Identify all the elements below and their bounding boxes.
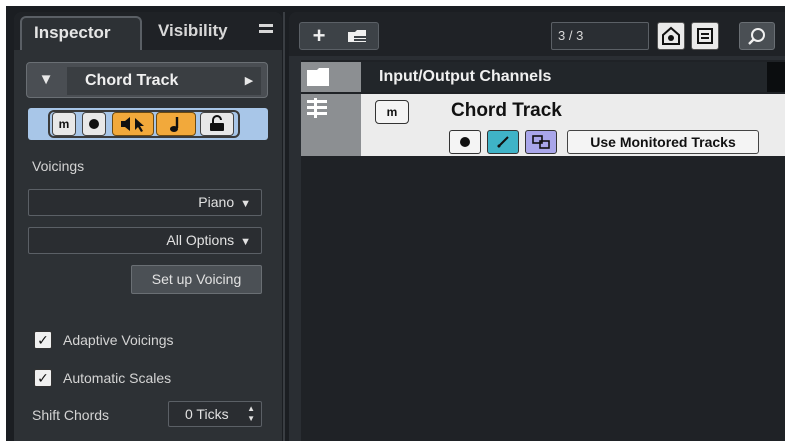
- project-area: + 3 / 3 Input/Output Channels m Chord Tr…: [289, 12, 785, 441]
- shift-chords-label: Shift Chords: [32, 407, 110, 423]
- view-preset-button[interactable]: [657, 22, 685, 50]
- add-folder-icon[interactable]: [340, 23, 374, 49]
- tab-visibility[interactable]: Visibility: [146, 16, 250, 50]
- voicing-preset-dropdown[interactable]: Piano ▼: [28, 189, 262, 216]
- track-record-button[interactable]: [449, 130, 481, 154]
- chord-track-icon: [307, 98, 327, 118]
- chevron-right-icon[interactable]: ▶: [237, 67, 261, 95]
- track-list-button[interactable]: [691, 22, 719, 50]
- folder-icon: [307, 68, 329, 86]
- home-settings-icon: [662, 26, 680, 45]
- track-link-button[interactable]: [525, 130, 557, 154]
- track-controls-strip: m: [28, 108, 268, 140]
- set-up-voicing-button[interactable]: Set up Voicing: [131, 265, 262, 294]
- track-row-folder[interactable]: Input/Output Channels: [301, 62, 767, 92]
- note-icon: [170, 117, 179, 132]
- search-button[interactable]: [739, 22, 775, 50]
- monitor-button[interactable]: [112, 112, 154, 136]
- link-icon: [532, 135, 550, 149]
- track-list: Input/Output Channels m Chord Track Use …: [301, 60, 785, 441]
- track-row-chord[interactable]: m Chord Track Use Monitored Tracks: [301, 94, 785, 156]
- voicing-preset-value: Piano: [198, 194, 235, 210]
- inspector-panel: Inspector Visibility ▼ Chord Track ▶ m V…: [14, 12, 282, 441]
- track-counter: 3 / 3: [551, 22, 649, 50]
- search-icon: [748, 28, 765, 45]
- record-icon: [460, 137, 470, 147]
- track-color-strip: [301, 94, 361, 156]
- voicing-options-value: All Options: [166, 232, 235, 248]
- shift-chords-stepper[interactable]: 0 Ticks ▲ ▼: [168, 401, 262, 427]
- automatic-scales-label: Automatic Scales: [63, 370, 172, 386]
- automatic-scales-checkbox[interactable]: ✓: [34, 369, 52, 387]
- inspector-track-header: ▼ Chord Track ▶: [26, 62, 268, 98]
- add-track-group: +: [299, 22, 379, 50]
- voicing-options-dropdown[interactable]: All Options ▼: [28, 227, 262, 254]
- track-list-toolbar: + 3 / 3: [289, 12, 785, 56]
- menu-icon[interactable]: [259, 24, 273, 38]
- track-color-strip: [301, 62, 361, 92]
- track-write-button[interactable]: [487, 130, 519, 154]
- voicings-label: Voicings: [32, 158, 85, 174]
- inspector-tabbar: Inspector Visibility: [14, 12, 282, 50]
- add-track-icon[interactable]: +: [304, 23, 334, 49]
- note-button[interactable]: [156, 112, 196, 136]
- shift-chords-value: 0 Ticks: [185, 406, 229, 422]
- tab-inspector[interactable]: Inspector: [20, 16, 142, 50]
- unlock-icon: [210, 115, 224, 131]
- use-monitored-tracks-button[interactable]: Use Monitored Tracks: [567, 130, 759, 154]
- pencil-curve-icon: [497, 136, 509, 148]
- record-enable-button[interactable]: [82, 112, 106, 136]
- scroll-gutter: [767, 62, 785, 92]
- dropdown-arrow-icon: ▼: [240, 198, 251, 210]
- inspector-track-name[interactable]: Chord Track: [67, 67, 237, 95]
- list-icon: [697, 28, 713, 44]
- stepper-arrows-icon[interactable]: ▲ ▼: [247, 404, 255, 424]
- adaptive-voicings-label: Adaptive Voicings: [63, 332, 174, 348]
- folder-track-name: Input/Output Channels: [379, 68, 552, 85]
- mute-button[interactable]: m: [52, 112, 76, 136]
- adaptive-voicings-checkbox[interactable]: ✓: [34, 331, 52, 349]
- track-mute-button[interactable]: m: [375, 100, 409, 124]
- dropdown-arrow-icon: ▼: [240, 236, 251, 248]
- lock-button[interactable]: [200, 112, 234, 136]
- chord-track-name: Chord Track: [451, 100, 562, 121]
- collapse-icon[interactable]: ▼: [33, 67, 59, 93]
- panel-divider[interactable]: [283, 12, 285, 441]
- record-icon: [89, 119, 99, 129]
- speaker-cursor-icon: [121, 117, 144, 132]
